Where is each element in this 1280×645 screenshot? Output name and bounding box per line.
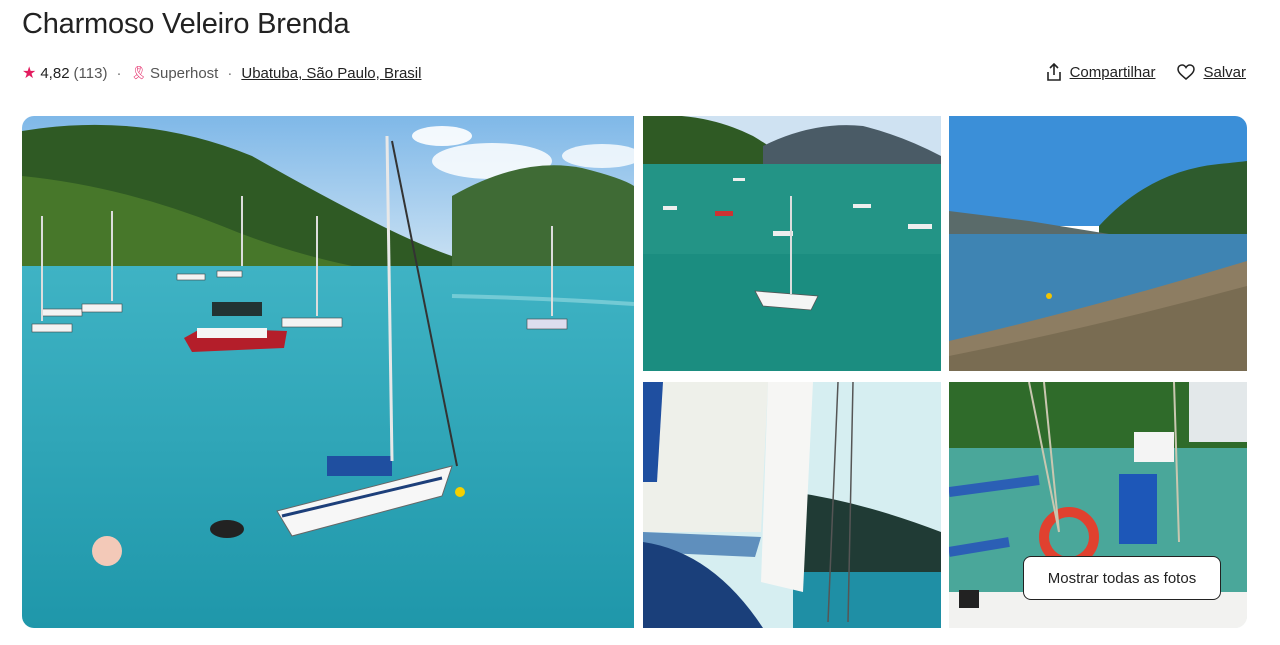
listing-meta: ★ 4,82 (113) · 🎗 Superhost · Ubatuba, Sã…	[22, 62, 421, 84]
save-button[interactable]: Salvar	[1177, 63, 1246, 81]
show-all-photos-button[interactable]: Mostrar todas as fotos	[1023, 556, 1221, 600]
location-link[interactable]: Ubatuba, São Paulo, Brasil	[241, 65, 421, 82]
listing-title: Charmoso Veleiro Brenda	[22, 8, 350, 40]
superhost-label: Superhost	[149, 64, 219, 82]
share-icon	[1046, 63, 1061, 81]
listing-actions: Compartilhar Salvar	[1046, 63, 1246, 81]
share-label: Compartilhar	[1069, 63, 1156, 81]
rating-value: 4,82	[40, 64, 70, 82]
photo-3[interactable]	[949, 116, 1247, 371]
photo-main[interactable]	[22, 116, 634, 628]
separator-dot: ·	[227, 64, 233, 82]
show-all-photos-label: Mostrar todas as fotos	[1047, 569, 1197, 587]
superhost-badge: 🎗 Superhost	[130, 65, 218, 82]
save-label: Salvar	[1203, 63, 1246, 81]
star-icon: ★	[22, 65, 37, 82]
share-button[interactable]: Compartilhar	[1046, 63, 1156, 81]
photo-4[interactable]	[643, 382, 941, 628]
review-count[interactable]: (113)	[74, 65, 108, 82]
heart-icon	[1177, 64, 1196, 80]
photo-2[interactable]	[643, 116, 941, 371]
photo-gallery: Mostrar todas as fotos	[22, 116, 1247, 628]
superhost-medal-icon: 🎗	[130, 65, 147, 80]
separator-dot: ·	[116, 64, 122, 82]
